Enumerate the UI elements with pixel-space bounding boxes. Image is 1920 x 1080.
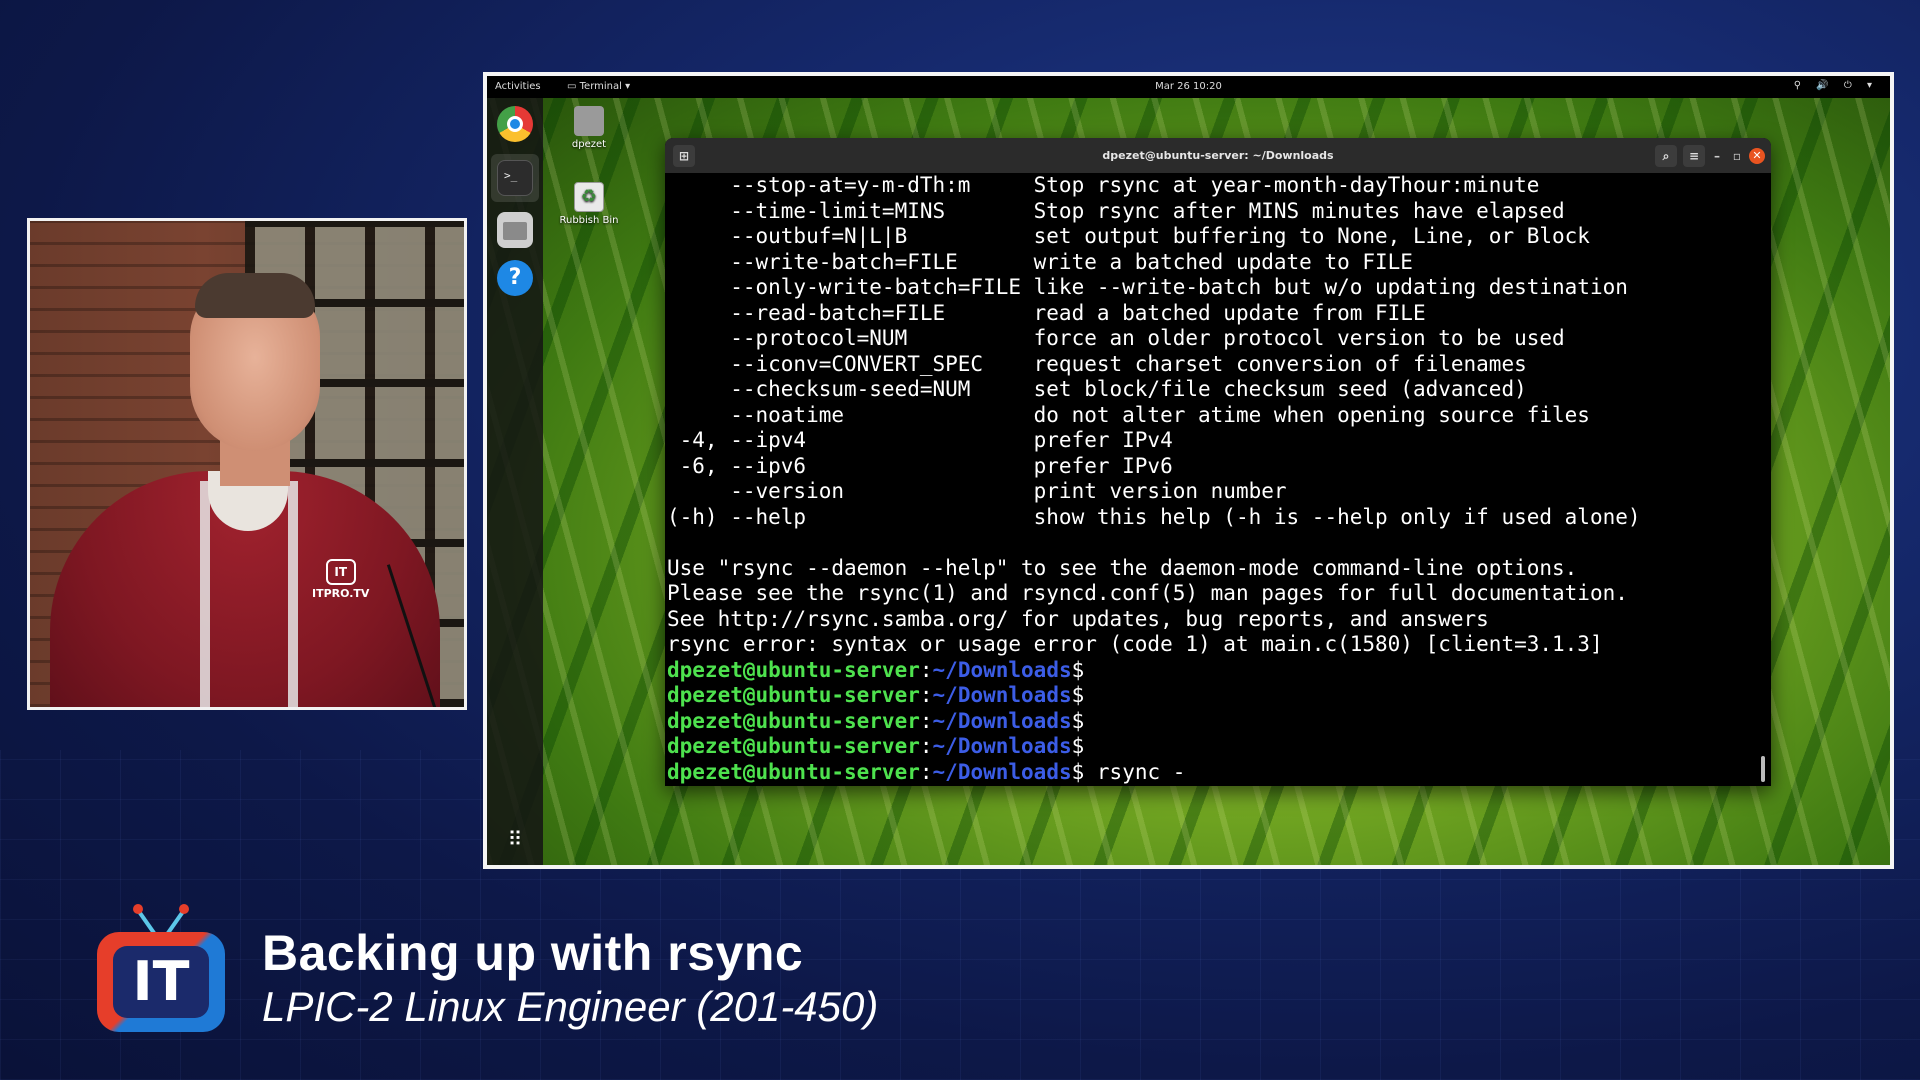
terminal-line: --iconv=CONVERT_SPEC request charset con… <box>667 351 1527 376</box>
prompt-path: ~/Downloads <box>932 708 1072 733</box>
terminal-line: --protocol=NUM force an older protocol v… <box>667 326 1565 350</box>
terminal-prompt-line: dpezet@ubuntu-server:~/Downloads$ rsync … <box>667 760 1771 786</box>
prompt-path: ~/Downloads <box>932 734 1072 758</box>
tv-logo-icon: IT <box>325 559 356 585</box>
prompt-separator: : <box>919 759 933 784</box>
terminal-line: --noatime do not alter atime when openin… <box>667 402 1590 427</box>
terminal-line: --checksum-seed=NUM set block/file check… <box>667 377 1527 401</box>
terminal-output[interactable]: --stop-at=y-m-dTh:m Stop rsync at year-m… <box>665 173 1771 786</box>
terminal-prompt-line: dpezet@ubuntu-server:~/Downloads$ <box>667 683 1771 709</box>
terminal-line: --read-batch=FILE read a batched update … <box>667 300 1426 325</box>
minimize-icon[interactable]: – <box>1709 148 1725 164</box>
prompt-user: dpezet@ubuntu-server <box>667 683 920 707</box>
terminal-scrollbar[interactable] <box>1761 756 1765 782</box>
terminal-titlebar[interactable]: ⊞ dpezet@ubuntu-server: ~/Downloads ⌕ ≡ … <box>665 138 1771 173</box>
terminal-line: --time-limit=MINS Stop rsync after MINS … <box>667 198 1565 223</box>
clock[interactable]: Mar 26 10:20 <box>487 81 1890 92</box>
terminal-line: Use "rsync --daemon --help" to see the d… <box>667 555 1578 580</box>
terminal-prompt-line: dpezet@ubuntu-server:~/Downloads$ <box>667 734 1771 760</box>
prompt-path: ~/Downloads <box>932 759 1072 784</box>
terminal-line: --outbuf=N|L|B set output buffering to N… <box>667 224 1590 248</box>
terminal-line: --only-write-batch=FILE like --write-bat… <box>667 275 1628 299</box>
prompt-separator: : <box>919 683 933 707</box>
terminal-window[interactable]: ⊞ dpezet@ubuntu-server: ~/Downloads ⌕ ≡ … <box>665 138 1771 786</box>
prompt-symbol: $ <box>1071 683 1085 707</box>
terminal-line: rsync error: syntax or usage error (code… <box>667 632 1603 656</box>
terminal-prompt-line: dpezet@ubuntu-server:~/Downloads$ <box>667 709 1771 735</box>
close-icon[interactable]: ✕ <box>1749 148 1765 164</box>
prompt-path: ~/Downloads <box>932 683 1072 707</box>
terminal-title: dpezet@ubuntu-server: ~/Downloads <box>1102 149 1334 162</box>
episode-title: Backing up with rsync <box>262 925 804 981</box>
desktop-icon-rubbish-bin[interactable]: ♻ Rubbish Bin <box>559 182 619 226</box>
prompt-symbol: $ <box>1071 759 1085 784</box>
maximize-icon[interactable]: ▫ <box>1729 148 1745 164</box>
terminal-icon[interactable]: >_ <box>497 160 533 196</box>
system-menu[interactable]: ⚲ 🔊 ⏻ ▾ <box>1794 80 1878 91</box>
terminal-line: See http://rsync.samba.org/ for updates,… <box>667 606 1489 631</box>
terminal-line: -6, --ipv6 prefer IPv6 <box>667 453 1173 478</box>
hamburger-menu-icon[interactable]: ≡ <box>1683 145 1705 167</box>
prompt-symbol: $ <box>1071 734 1085 758</box>
recycle-bin-icon: ♻ <box>574 182 604 212</box>
terminal-line: Please see the rsync(1) and rsyncd.conf(… <box>667 581 1628 605</box>
terminal-line: --write-batch=FILE write a batched updat… <box>667 249 1413 274</box>
show-applications-icon[interactable]: ⠿ <box>501 825 529 853</box>
dock: >_ ? ⠿ <box>487 98 543 865</box>
screen-capture: Activities ▭ Terminal ▾ Mar 26 10:20 ⚲ 🔊… <box>483 72 1894 869</box>
itprotv-logo: IT <box>97 904 225 1032</box>
prompt-separator: : <box>919 657 933 682</box>
terminal-line: --stop-at=y-m-dTh:m Stop rsync at year-m… <box>667 173 1540 197</box>
presenter-video: IT ITPRO.TV <box>27 218 467 710</box>
prompt-path: ~/Downloads <box>932 657 1072 682</box>
prompt-user: dpezet@ubuntu-server <box>667 657 920 682</box>
prompt-separator: : <box>919 708 933 733</box>
home-folder-icon <box>574 106 604 136</box>
prompt-symbol: $ <box>1071 708 1085 733</box>
prompt-command: rsync - <box>1084 759 1186 784</box>
chrome-icon[interactable] <box>497 106 533 142</box>
terminal-line: -4, --ipv4 prefer IPv4 <box>667 428 1173 452</box>
terminal-line: --version print version number <box>667 479 1287 503</box>
prompt-user: dpezet@ubuntu-server <box>667 759 920 784</box>
prompt-separator: : <box>919 734 933 758</box>
terminal-prompt-line: dpezet@ubuntu-server:~/Downloads$ <box>667 658 1771 684</box>
search-icon[interactable]: ⌕ <box>1655 145 1677 167</box>
prompt-user: dpezet@ubuntu-server <box>667 708 920 733</box>
prompt-symbol: $ <box>1071 657 1085 682</box>
shirt-logo: IT ITPRO.TV <box>312 559 369 600</box>
course-subtitle: LPIC-2 Linux Engineer (201-450) <box>262 983 879 1030</box>
desktop-icon-home[interactable]: dpezet <box>559 106 619 150</box>
prompt-user: dpezet@ubuntu-server <box>667 734 920 758</box>
files-icon[interactable] <box>497 212 533 248</box>
gnome-top-bar: Activities ▭ Terminal ▾ Mar 26 10:20 ⚲ 🔊… <box>487 76 1890 98</box>
terminal-line: (-h) --help show this help (-h is --help… <box>667 504 1641 529</box>
help-icon[interactable]: ? <box>497 260 533 296</box>
